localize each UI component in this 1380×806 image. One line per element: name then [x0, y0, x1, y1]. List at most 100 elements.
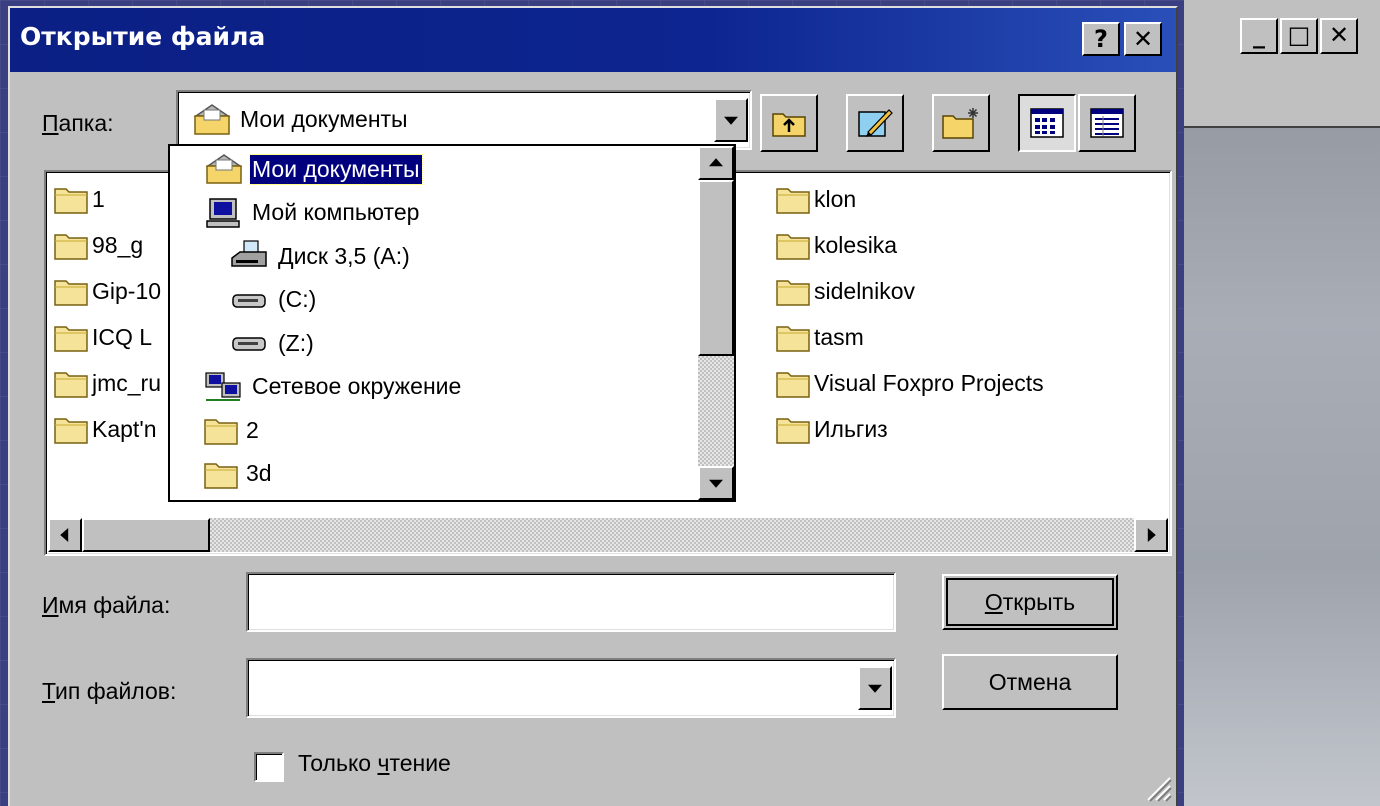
- create-new-folder-button[interactable]: [932, 94, 990, 152]
- folder-icon: [54, 418, 88, 444]
- file-list-item[interactable]: klon: [776, 178, 856, 220]
- desktop-icon: [858, 109, 893, 137]
- file-list-item[interactable]: sidelnikov: [776, 270, 915, 312]
- file-type-label: Тип файлов:: [42, 678, 177, 704]
- file-list-item-label: kolesika: [814, 231, 898, 258]
- arrow-left-icon: [60, 528, 69, 542]
- file-list-item-label: 1: [92, 185, 105, 212]
- dialog-title: Открытие файла: [20, 22, 266, 51]
- scroll-right-button[interactable]: [1134, 518, 1168, 552]
- file-list-item[interactable]: ICQ L: [54, 316, 184, 358]
- file-list-item-label: Gip-10: [92, 277, 162, 304]
- list-view-button[interactable]: [1018, 94, 1076, 152]
- file-type-select[interactable]: [246, 658, 896, 718]
- close-button[interactable]: ✕: [1124, 22, 1162, 56]
- folder-icon: [54, 188, 88, 214]
- my-computer-icon: [206, 197, 240, 228]
- dropdown-vertical-scrollbar[interactable]: [698, 146, 734, 500]
- scroll-left-button[interactable]: [48, 518, 82, 552]
- file-list-item[interactable]: 1: [54, 178, 184, 220]
- folder-combobox[interactable]: Мои документы: [176, 90, 752, 150]
- up-one-level-button[interactable]: [760, 94, 818, 152]
- my-documents-icon: [193, 104, 231, 135]
- folder-dropdown-item[interactable]: 3d: [204, 455, 274, 493]
- folder-icon: [54, 326, 88, 352]
- file-list-item-label: Visual Foxpro Projects: [814, 369, 1044, 396]
- scroll-up-button[interactable]: [698, 146, 734, 180]
- scroll-down-button[interactable]: [698, 466, 734, 500]
- file-name-input[interactable]: [246, 572, 896, 632]
- folder-dropdown-item[interactable]: Мои документы: [204, 150, 423, 188]
- folder-icon: [776, 326, 810, 352]
- folder-icon: [54, 372, 88, 398]
- file-list-item[interactable]: Ильгиз: [776, 408, 888, 450]
- file-list-item[interactable]: tasm: [776, 316, 864, 358]
- background-window: _ □ ✕: [1184, 0, 1380, 806]
- cancel-button[interactable]: Отмена: [942, 654, 1118, 710]
- folder-dropdown-item[interactable]: (C:): [230, 281, 318, 319]
- read-only-checkbox[interactable]: [254, 752, 284, 782]
- horizontal-scroll-thumb[interactable]: [82, 518, 210, 552]
- file-list-item[interactable]: 98_g: [54, 224, 184, 266]
- help-button[interactable]: ?: [1082, 22, 1120, 56]
- folder-icon: [776, 418, 810, 444]
- folder-combobox-arrow[interactable]: [714, 98, 748, 142]
- folder-icon: [204, 462, 238, 489]
- folder-dropdown-item-label: (Z:): [278, 329, 314, 356]
- file-list-item[interactable]: kolesika: [776, 224, 897, 266]
- arrow-right-icon: [1147, 528, 1156, 542]
- read-only-label[interactable]: Только чтение: [298, 750, 451, 777]
- file-list-item-label: Ильгиз: [814, 415, 888, 442]
- folder-icon: [204, 419, 238, 445]
- arrow-up-icon: [709, 158, 723, 167]
- folder-icon: [54, 280, 88, 306]
- folder-icon: [776, 234, 810, 260]
- folder-icon: [54, 234, 88, 260]
- file-list-item[interactable]: Gip-10: [54, 270, 184, 312]
- file-list-item-label: ICQ L: [92, 323, 153, 350]
- background-window-titlebar: _ □ ✕: [1184, 0, 1380, 128]
- folder-dropdown-item-label: (C:): [278, 286, 317, 312]
- file-list-item-label: sidelnikov: [814, 277, 915, 304]
- folder-combobox-value: Мои документы: [240, 105, 408, 132]
- file-type-select-arrow[interactable]: [858, 666, 892, 710]
- details-view-button[interactable]: [1078, 94, 1136, 152]
- folder-dropdown-item[interactable]: Диск 3,5 (A:): [230, 237, 412, 275]
- hard-drive-icon: [232, 293, 266, 308]
- file-name-label: Имя файла:: [42, 592, 171, 618]
- file-list-horizontal-scrollbar[interactable]: [48, 518, 1168, 552]
- my-documents-icon: [205, 154, 243, 184]
- folder-dropdown-item-label: Диск 3,5 (A:): [278, 242, 410, 269]
- folder-icon: [776, 188, 810, 214]
- dialog-titlebar[interactable]: Открытие файла ? ✕: [10, 8, 1176, 72]
- network-neighborhood-icon: [205, 371, 241, 401]
- file-list-item-label: tasm: [814, 323, 864, 350]
- folder-dropdown-item[interactable]: (Z:): [230, 324, 316, 362]
- arrow-down-icon: [709, 479, 723, 488]
- network-drive-icon: [232, 337, 266, 351]
- new-folder-icon: [942, 108, 978, 139]
- folder-dropdown-item[interactable]: Сетевое окружение: [204, 368, 463, 406]
- folder-dropdown-item[interactable]: Мой компьютер: [204, 194, 421, 232]
- list-view-icon: [1030, 108, 1064, 138]
- folder-dropdown-item-label: 2: [246, 416, 259, 443]
- go-to-desktop-button[interactable]: [846, 94, 904, 152]
- folder-dropdown-list[interactable]: Мои документы Мой компьютер Диск 3,5 (A:) (…: [168, 144, 736, 502]
- floppy-drive-icon: [231, 240, 267, 267]
- chevron-down-icon: [868, 684, 882, 693]
- chevron-down-icon: [724, 116, 738, 125]
- file-list-item-label: 98_g: [92, 231, 144, 258]
- folder-dropdown-item-label: Сетевое окружение: [252, 373, 462, 399]
- resize-grip-icon[interactable]: [1144, 774, 1172, 802]
- folder-up-icon: [772, 113, 806, 137]
- minimize-button[interactable]: _: [1240, 18, 1278, 54]
- folder-dropdown-item[interactable]: 2: [204, 411, 261, 449]
- file-list-item[interactable]: Visual Foxpro Projects: [776, 362, 1044, 404]
- open-button[interactable]: Открыть: [942, 574, 1118, 630]
- file-list-item[interactable]: Kapt'n: [54, 408, 184, 450]
- vertical-scroll-thumb[interactable]: [698, 180, 734, 356]
- maximize-button[interactable]: □: [1280, 18, 1318, 54]
- file-list-item[interactable]: jmc_ru: [54, 362, 184, 404]
- folder-icon: [776, 372, 810, 398]
- window-close-button[interactable]: ✕: [1320, 18, 1358, 54]
